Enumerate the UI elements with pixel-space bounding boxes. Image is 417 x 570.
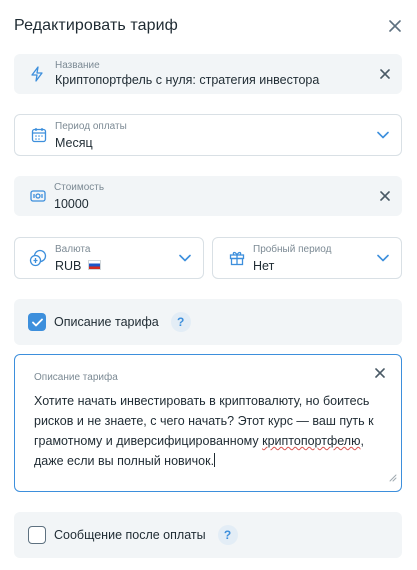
description-textarea[interactable]: Описание тарифа Хотите начать инвестиров… bbox=[14, 354, 402, 492]
description-checkbox[interactable] bbox=[28, 313, 46, 331]
help-icon[interactable]: ? bbox=[217, 525, 238, 545]
close-dialog-button[interactable] bbox=[385, 16, 405, 36]
currency-value: RUB bbox=[55, 259, 101, 273]
period-dropdown-toggle[interactable] bbox=[377, 131, 389, 139]
clear-description-button[interactable] bbox=[375, 365, 385, 383]
trial-value: Нет bbox=[253, 259, 275, 273]
dialog-title: Редактировать тариф bbox=[14, 17, 178, 34]
price-value: 10000 bbox=[54, 197, 89, 211]
description-toggle-row: Описание тарифа ? bbox=[14, 299, 402, 345]
period-select[interactable]: Период оплаты Месяц bbox=[14, 114, 402, 156]
name-label: Название bbox=[55, 60, 100, 71]
description-textarea-label: Описание тарифа bbox=[34, 372, 118, 383]
name-field[interactable]: Название Криптопортфель с нуля: стратеги… bbox=[14, 54, 402, 94]
gift-icon bbox=[229, 250, 245, 266]
clear-name-button[interactable] bbox=[380, 69, 390, 79]
currency-label: Валюта bbox=[55, 244, 91, 255]
description-checkbox-label: Описание тарифа bbox=[54, 315, 159, 329]
russia-flag-icon bbox=[87, 260, 101, 270]
currency-select[interactable]: Валюта RUB bbox=[14, 237, 204, 279]
chevron-down-icon bbox=[377, 254, 389, 262]
clear-price-button[interactable] bbox=[380, 191, 390, 201]
currency-code: RUB bbox=[55, 259, 82, 273]
chevron-down-icon bbox=[377, 131, 389, 139]
chevron-down-icon bbox=[179, 254, 191, 262]
resize-handle-icon[interactable] bbox=[387, 469, 397, 487]
calendar-icon bbox=[31, 127, 47, 143]
clear-icon bbox=[380, 69, 390, 79]
period-label: Период оплаты bbox=[55, 121, 127, 132]
period-value: Месяц bbox=[55, 136, 93, 150]
trial-dropdown-toggle[interactable] bbox=[377, 254, 389, 262]
after-payment-checkbox[interactable] bbox=[28, 526, 46, 544]
trial-label: Пробный период bbox=[253, 244, 332, 255]
close-icon bbox=[389, 20, 401, 32]
dialog-header: Редактировать тариф bbox=[14, 14, 405, 38]
price-label: Стоимость bbox=[54, 182, 105, 193]
name-value: Криптопортфель с нуля: стратегия инвесто… bbox=[55, 73, 320, 87]
currency-dropdown-toggle[interactable] bbox=[179, 254, 191, 262]
after-payment-checkbox-label: Сообщение после оплаты bbox=[54, 528, 206, 542]
lightning-icon bbox=[30, 66, 44, 82]
text-caret bbox=[214, 453, 216, 467]
description-text: Хотите начать инвестировать в криптовалю… bbox=[34, 391, 394, 471]
help-icon[interactable]: ? bbox=[170, 312, 191, 332]
banknote-icon bbox=[30, 190, 46, 202]
trial-period-select[interactable]: Пробный период Нет bbox=[212, 237, 402, 279]
after-payment-toggle-row: Сообщение после оплаты ? bbox=[14, 512, 402, 558]
misspelled-word: криптопортфелю bbox=[262, 434, 361, 448]
clear-icon bbox=[380, 191, 390, 201]
price-field[interactable]: Стоимость 10000 bbox=[14, 176, 402, 216]
coins-icon bbox=[29, 249, 47, 267]
clear-icon bbox=[375, 368, 385, 378]
check-icon bbox=[31, 318, 43, 326]
